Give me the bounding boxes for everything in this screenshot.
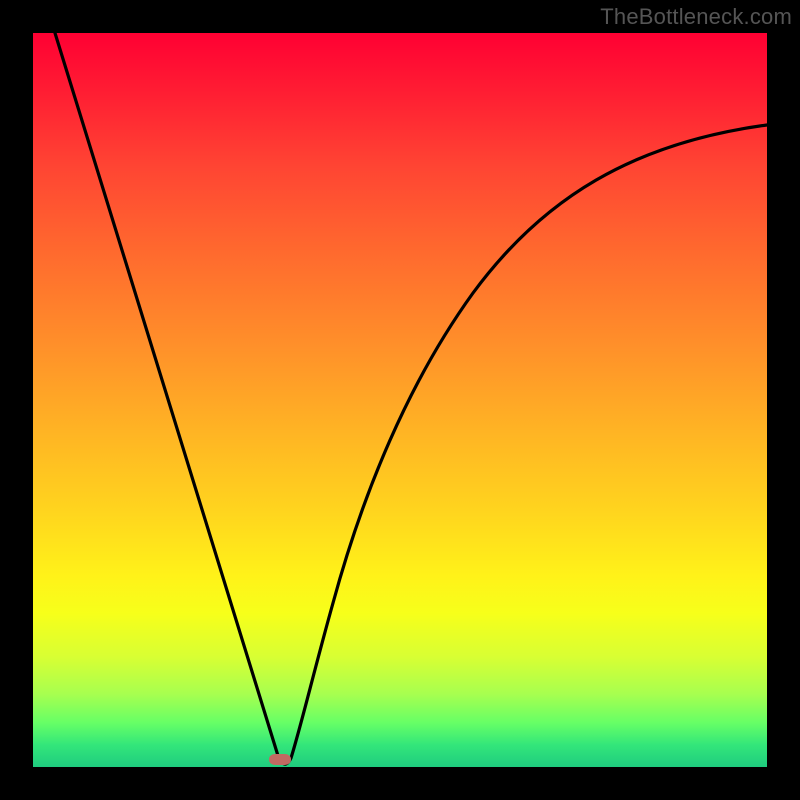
curve-path — [55, 33, 767, 764]
minimum-marker — [269, 754, 291, 765]
bottleneck-curve — [33, 33, 767, 767]
watermark-text: TheBottleneck.com — [600, 4, 792, 30]
plot-area — [33, 33, 767, 767]
chart-frame: TheBottleneck.com — [0, 0, 800, 800]
